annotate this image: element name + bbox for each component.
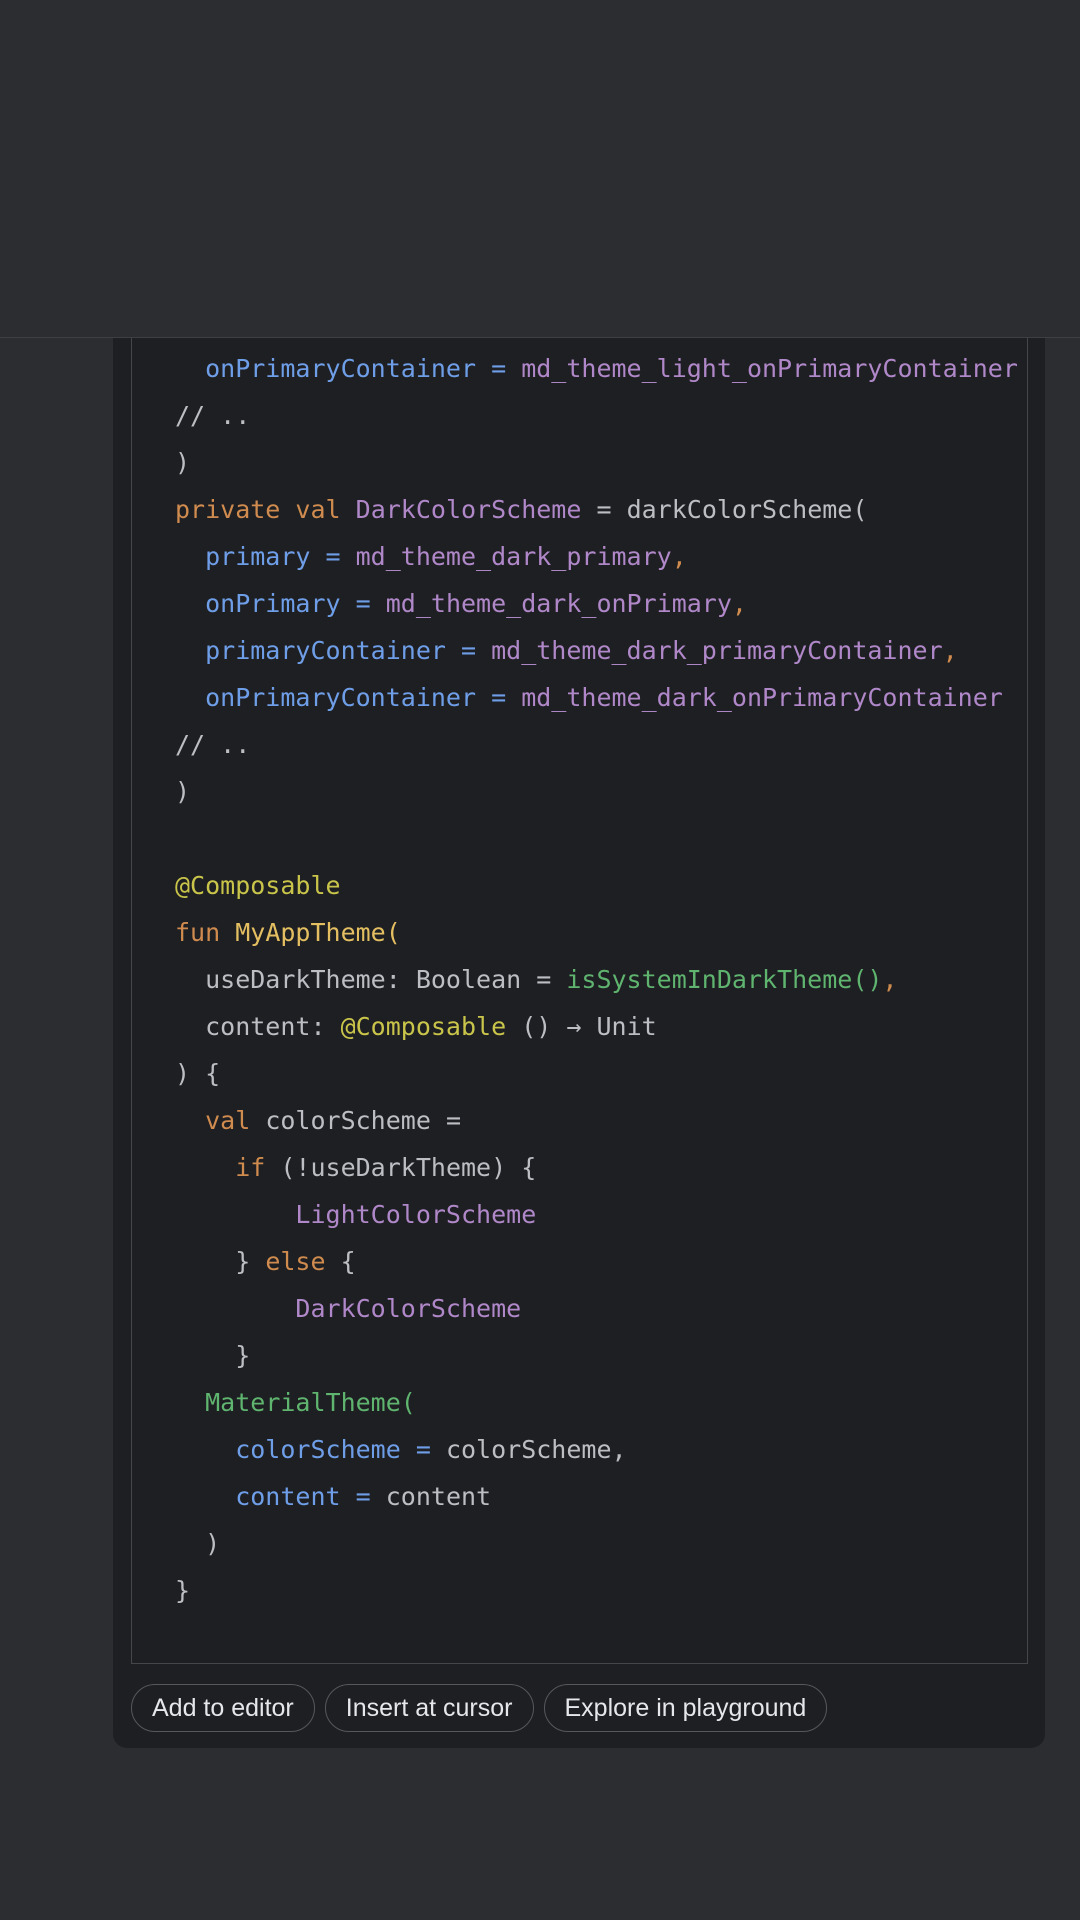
code-line: ) { [175, 1054, 220, 1094]
code-token: // .. [175, 730, 251, 759]
code-line: DarkColorScheme [175, 1289, 521, 1329]
top-app-area [0, 0, 1080, 338]
code-line: MaterialTheme( [175, 1383, 416, 1423]
code-token: ) { [175, 1059, 221, 1088]
code-line: primary = md_theme_dark_primary, [175, 537, 687, 577]
code-line: onPrimaryContainer = md_theme_dark_onPri… [175, 678, 1003, 718]
code-line: ) [175, 772, 190, 812]
code-line: onPrimary = md_theme_dark_onPrimary, [175, 584, 747, 624]
code-token: md_theme_light_onPrimaryContainer [521, 354, 1018, 383]
code-block[interactable]: primaryContainer = md_theme_light_primar… [131, 240, 1028, 1664]
add-to-editor-button[interactable]: Add to editor [131, 1684, 315, 1732]
code-line: // .. [175, 725, 250, 765]
code-token: colorScheme = [265, 1106, 461, 1135]
code-token: private [175, 495, 296, 524]
explore-in-playground-button[interactable]: Explore in playground [543, 1684, 828, 1732]
code-token: } [175, 1576, 191, 1605]
code-token: val [295, 495, 356, 524]
code-token: { [340, 1247, 356, 1276]
code-line: LightColorScheme [175, 1195, 536, 1235]
code-token: primaryContainer [175, 636, 446, 665]
code-token: MyAppTheme( [235, 918, 401, 947]
code-actions: Add to editor Insert at cursor Explore i… [131, 1684, 828, 1734]
code-line: val colorScheme = [175, 1101, 461, 1141]
code-token: DarkColorScheme [355, 495, 582, 524]
code-token: , [882, 965, 898, 994]
code-token: MaterialTheme( [205, 1388, 416, 1417]
code-token: md_theme_dark_primaryContainer [491, 636, 943, 665]
code-token: ) [175, 1529, 221, 1558]
code-line: colorScheme = colorScheme, [175, 1430, 627, 1470]
code-line: } [175, 1571, 190, 1611]
code-token: val [205, 1106, 266, 1135]
code-token: else [265, 1247, 341, 1276]
code-token: darkColorScheme( [626, 495, 868, 524]
code-token: DarkColorScheme [295, 1294, 522, 1323]
code-token: } [175, 1247, 266, 1276]
code-token: , [611, 1435, 627, 1464]
code-line: fun MyAppTheme( [175, 913, 401, 953]
code-token: md_theme_dark_onPrimaryContainer [521, 683, 1003, 712]
code-token: md_theme_dark_primary [355, 542, 672, 571]
code-token: } [175, 1341, 251, 1370]
code-line: ) [175, 1524, 220, 1564]
code-line: content: @Composable () → Unit [175, 1007, 657, 1047]
code-token: onPrimary [175, 589, 341, 618]
code-token: content [385, 1482, 492, 1511]
code-line: useDarkTheme: Boolean = isSystemInDarkTh… [175, 960, 897, 1000]
code-token: LightColorScheme [295, 1200, 537, 1229]
code-token: primary [175, 542, 311, 571]
code-token: onPrimaryContainer [175, 354, 477, 383]
code-token: onPrimaryContainer [175, 683, 477, 712]
code-line: private val DarkColorScheme = darkColorS… [175, 490, 867, 530]
code-line: content = content [175, 1477, 491, 1517]
code-line: if (!useDarkTheme) { [175, 1148, 536, 1188]
code-token: , [942, 636, 958, 665]
code-token: isSystemInDarkTheme() [566, 965, 883, 994]
code-token: () → Unit [506, 1012, 657, 1041]
code-token: (!useDarkTheme) { [280, 1153, 537, 1182]
code-token: @Composable [175, 871, 341, 900]
code-token: content [175, 1482, 341, 1511]
code-token: , [731, 589, 747, 618]
code-token: useDarkTheme: Boolean = [175, 965, 567, 994]
code-token: , [671, 542, 687, 571]
code-token: = [476, 683, 522, 712]
code-line: } [175, 1336, 250, 1376]
code-token: @Composable [340, 1012, 507, 1041]
code-token: ) [175, 448, 191, 477]
code-line: ) [175, 443, 190, 483]
code-token: = [310, 542, 356, 571]
code-token: content: [175, 1012, 341, 1041]
code-token: = [340, 589, 386, 618]
code-token: = [340, 1482, 386, 1511]
code-token: colorScheme [175, 1435, 401, 1464]
code-token: fun [175, 918, 236, 947]
code-token: ) [175, 777, 191, 806]
code-token: colorScheme [445, 1435, 612, 1464]
code-line: // .. [175, 396, 250, 436]
code-token: = [400, 1435, 446, 1464]
code-token: md_theme_dark_onPrimary [385, 589, 732, 618]
code-token: if [235, 1153, 281, 1182]
code-token: = [445, 636, 492, 665]
code-token: // .. [175, 401, 251, 430]
code-line: onPrimaryContainer = md_theme_light_onPr… [175, 349, 1018, 389]
code-line: primaryContainer = md_theme_dark_primary… [175, 631, 958, 671]
insert-at-cursor-button[interactable]: Insert at cursor [324, 1684, 534, 1732]
code-line: @Composable [175, 866, 341, 906]
code-token: = [476, 354, 522, 383]
code-token: = [581, 495, 627, 524]
code-line: } else { [175, 1242, 356, 1282]
